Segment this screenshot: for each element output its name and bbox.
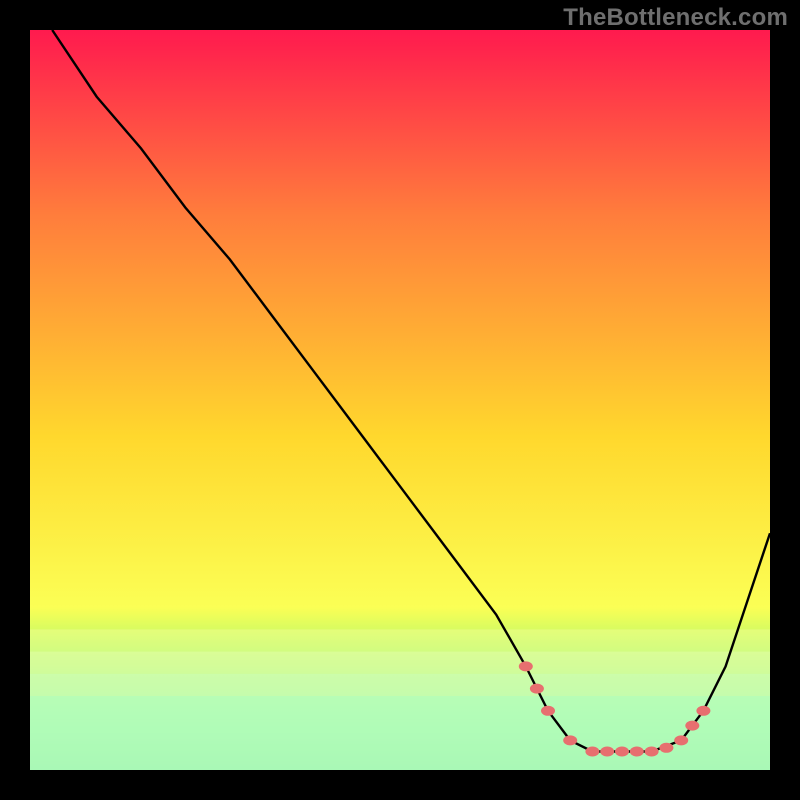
chart-frame: TheBottleneck.com	[0, 0, 800, 800]
highlight-dot	[659, 743, 673, 753]
plot-area	[30, 30, 770, 770]
overlay-band	[30, 696, 770, 770]
highlight-dot	[585, 747, 599, 757]
highlight-dot	[519, 661, 533, 671]
highlight-dot	[530, 684, 544, 694]
highlight-dot	[645, 747, 659, 757]
highlight-dot	[674, 735, 688, 745]
highlight-dot	[630, 747, 644, 757]
highlight-dot	[615, 747, 629, 757]
highlight-dot	[600, 747, 614, 757]
highlight-dot	[563, 735, 577, 745]
highlight-dot	[696, 706, 710, 716]
highlight-dot	[541, 706, 555, 716]
watermark-label: TheBottleneck.com	[563, 4, 788, 32]
highlight-dot	[685, 721, 699, 731]
chart-canvas	[30, 30, 770, 770]
